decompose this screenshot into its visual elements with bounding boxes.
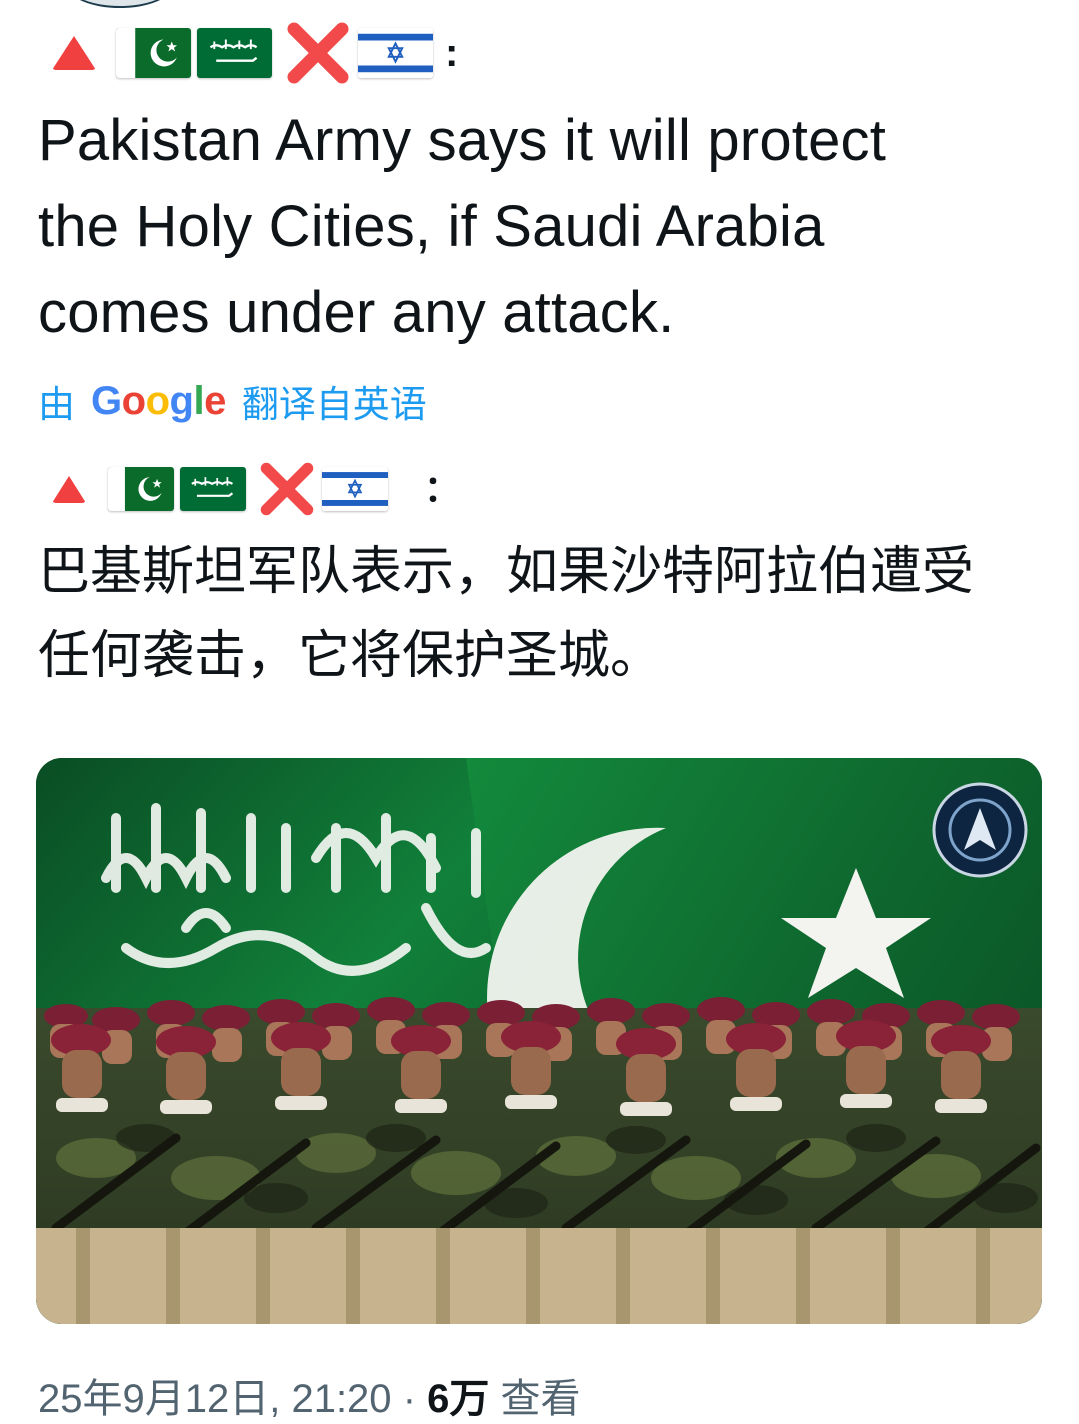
- translation-by-label: 由: [38, 384, 75, 425]
- translation-from-label: 翻译自英语: [241, 384, 427, 425]
- tweet-text-line: Pakistan Army says it will protect: [38, 108, 887, 173]
- translated-tweet-text: 巴基斯坦军队表示，如果沙特阿拉伯遭受 任何袭击，它将保护圣城。: [38, 530, 974, 698]
- translated-text-line: 巴基斯坦军队表示，如果沙特阿拉伯遭受: [38, 543, 975, 601]
- israel-flag-icon: [358, 28, 433, 78]
- pakistan-flag-icon: [116, 28, 191, 78]
- saudi-flag-icon: [197, 28, 272, 78]
- post-meta: 25年9月12日, 21:20 · 6万 查看: [38, 1366, 581, 1424]
- soldiers-marching: [36, 997, 1042, 1324]
- prefix-colon: :: [445, 31, 459, 75]
- translated-emoji-prefix-row: ：: [52, 460, 460, 518]
- emoji-prefix-row: :: [52, 20, 458, 86]
- pakistan-flag-icon: [108, 467, 174, 511]
- red-triangle-icon: [52, 36, 96, 70]
- cross-mark-icon: [256, 458, 318, 520]
- israel-flag-icon: [322, 467, 388, 511]
- translated-text-line: 任何袭击，它将保护圣城。: [38, 627, 663, 685]
- saudi-flag-icon: [180, 467, 246, 511]
- views-label: 查看: [500, 1377, 581, 1421]
- google-logo: Google: [91, 378, 226, 423]
- prefix-colon: ：: [424, 468, 461, 509]
- emblem-icon: [932, 782, 1028, 878]
- tweet-text: Pakistan Army says it will protect the H…: [38, 98, 1038, 356]
- post-image[interactable]: [36, 758, 1042, 1324]
- post-timestamp[interactable]: 25年9月12日, 21:20: [38, 1377, 392, 1421]
- views-count: 6万: [427, 1377, 490, 1421]
- tweet-text-line: comes under any attack.: [38, 280, 675, 345]
- cross-mark-icon: [282, 17, 354, 89]
- translation-attribution[interactable]: 由 Google 翻译自英语: [38, 374, 427, 428]
- meta-separator: ·: [402, 1377, 417, 1421]
- tweet-text-line: the Holy Cities, if Saudi Arabia: [38, 194, 825, 259]
- red-triangle-icon: [52, 475, 86, 503]
- avatar[interactable]: [68, 0, 172, 8]
